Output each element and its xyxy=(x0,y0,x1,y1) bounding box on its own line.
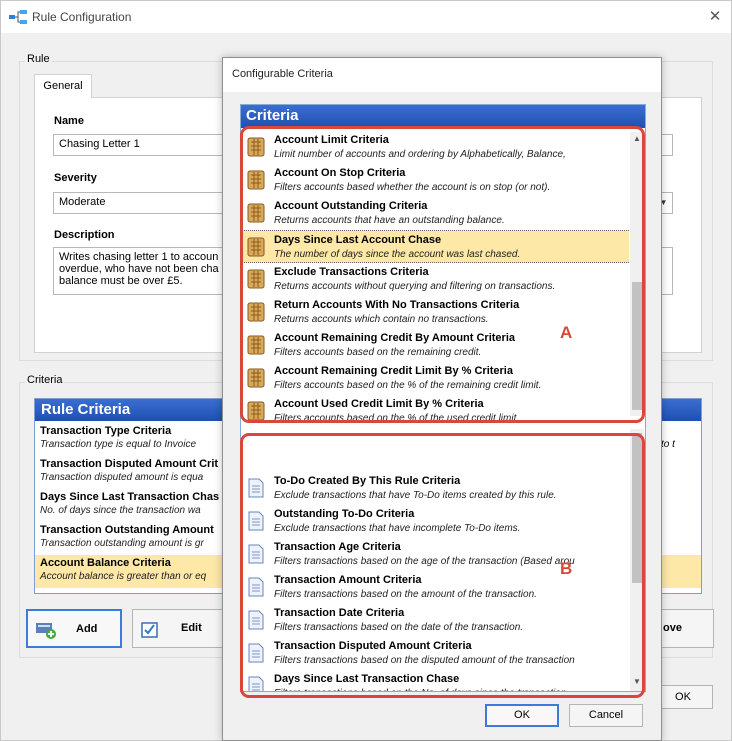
add-button-label: Add xyxy=(76,623,98,635)
annotation-label-b: B xyxy=(560,559,573,578)
name-label: Name xyxy=(54,115,84,127)
dialog-title-bar: Configurable Criteria xyxy=(223,58,661,92)
criterion-description-overflow: to t xyxy=(661,439,675,450)
tab-general[interactable]: General xyxy=(34,74,92,98)
criteria-list-header: Criteria xyxy=(241,105,645,128)
title-bar: Rule Configuration ✕ xyxy=(1,1,731,33)
window-title: Rule Configuration xyxy=(32,10,132,24)
annotation-region-b xyxy=(240,433,645,698)
rule-tree-icon xyxy=(9,10,27,24)
edit-button-label: Edit xyxy=(181,622,202,634)
ok-button[interactable]: OK xyxy=(653,685,713,709)
add-button[interactable]: Add xyxy=(26,609,122,648)
add-criterion-icon xyxy=(36,623,56,639)
edit-button[interactable]: Edit xyxy=(132,609,228,648)
dialog-cancel-button[interactable]: Cancel xyxy=(569,704,643,727)
dialog-title: Configurable Criteria xyxy=(232,68,333,80)
remove-button[interactable]: ove xyxy=(656,609,714,648)
annotation-label-a: A xyxy=(560,323,573,342)
description-label: Description xyxy=(54,229,115,241)
rule-group-label: Rule xyxy=(25,53,52,65)
dialog-ok-button[interactable]: OK xyxy=(485,704,559,727)
criteria-group-label: Criteria xyxy=(25,374,65,386)
severity-label: Severity xyxy=(54,172,97,184)
edit-criterion-icon xyxy=(141,622,158,638)
remove-button-label: ove xyxy=(663,622,682,634)
close-window-button[interactable]: ✕ xyxy=(705,7,725,27)
configurable-criteria-dialog: Configurable Criteria Criteria Account L… xyxy=(222,57,662,741)
annotation-region-a xyxy=(240,126,645,423)
